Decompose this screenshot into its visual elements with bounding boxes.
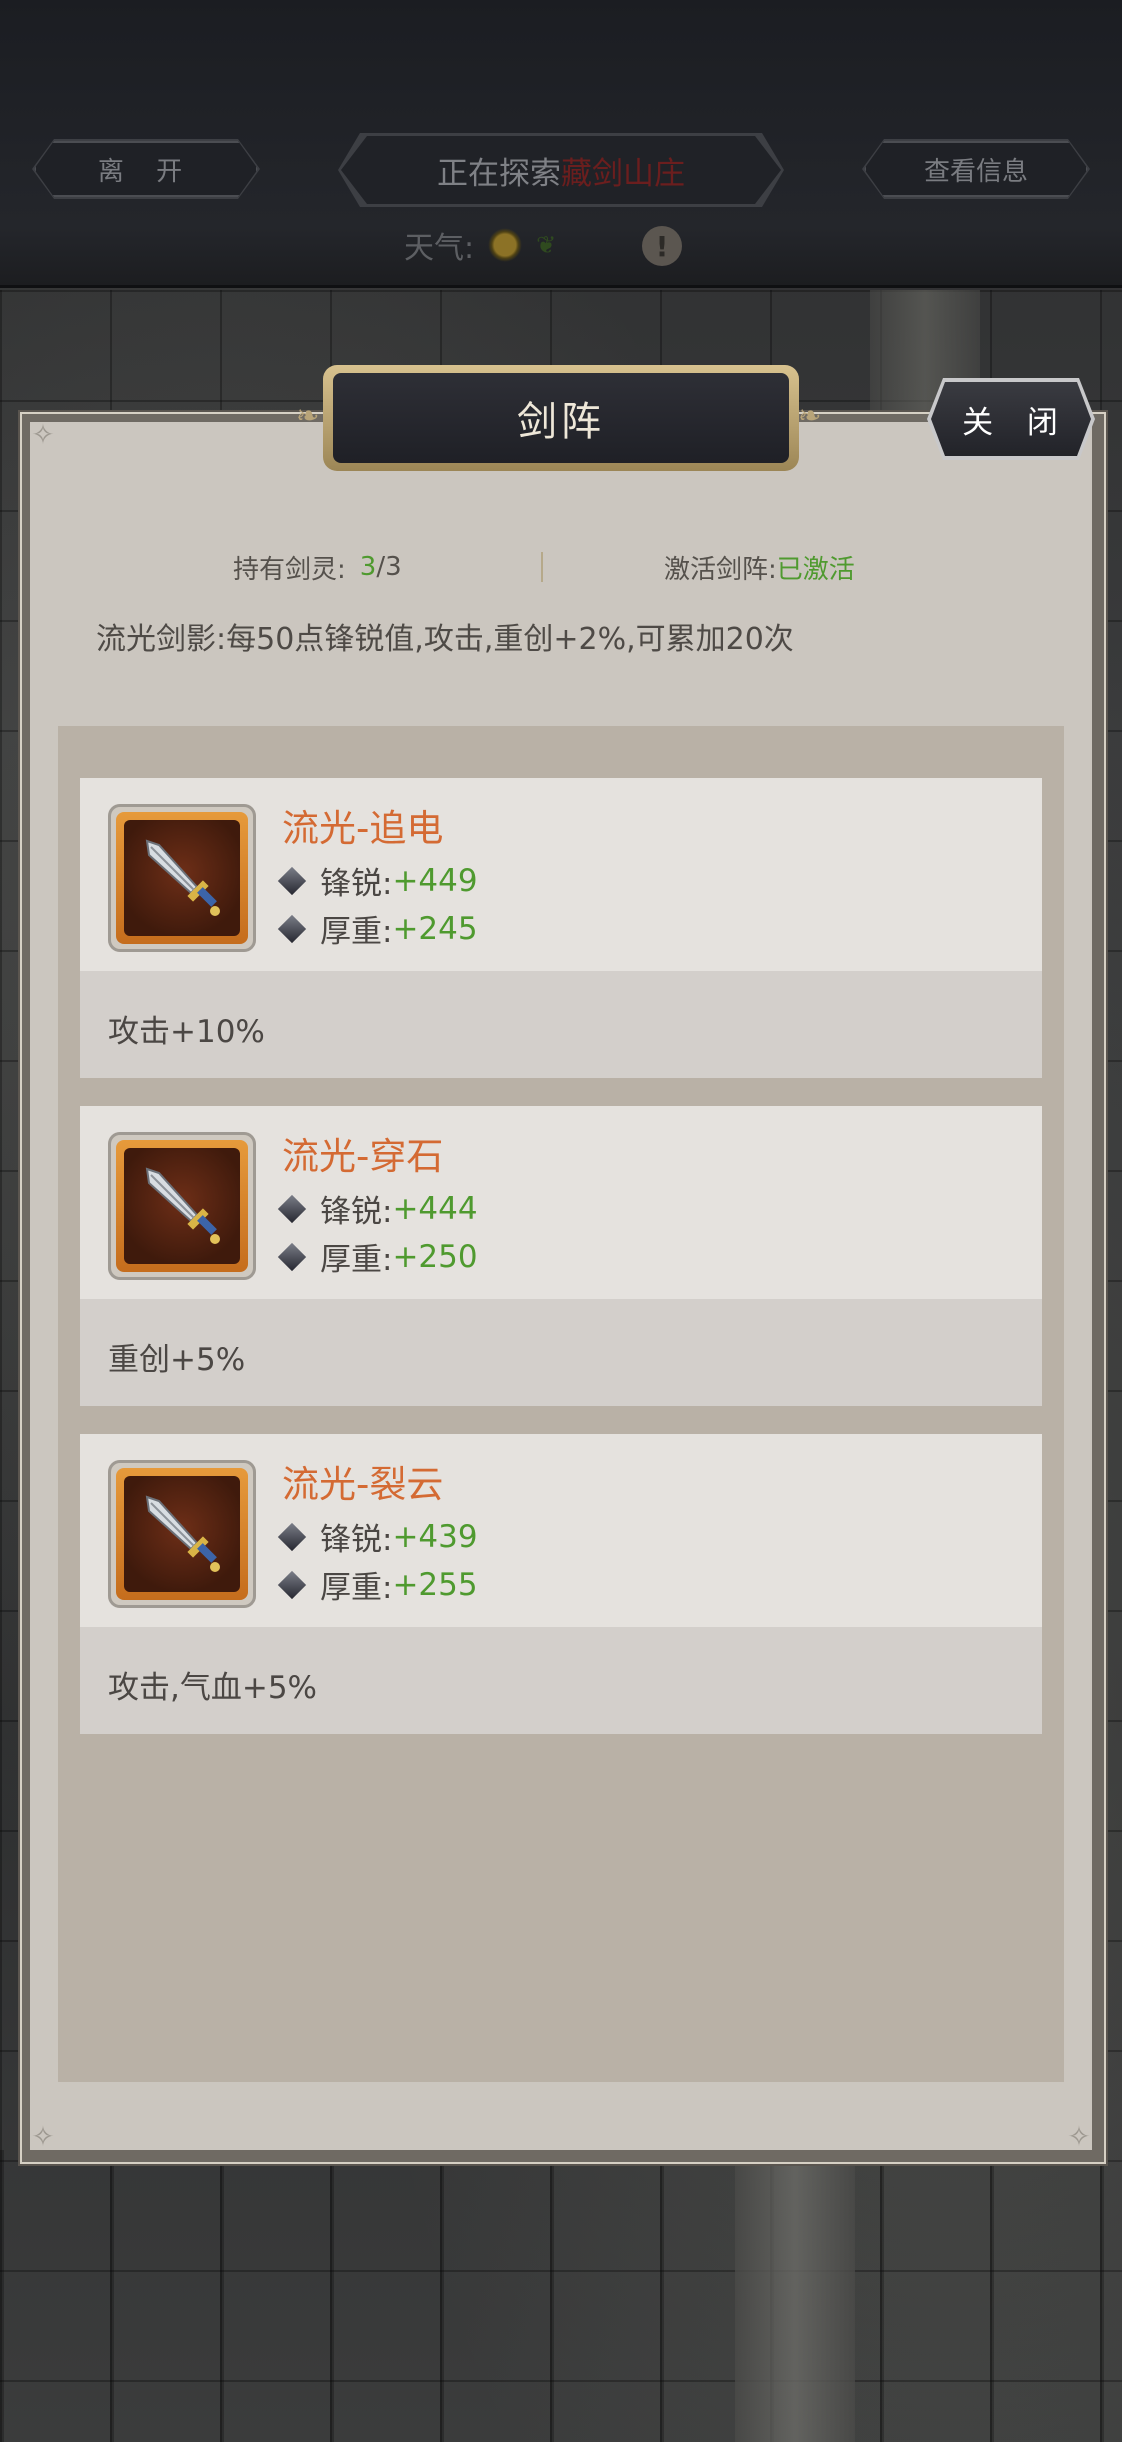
- stats-divider: [541, 552, 543, 582]
- sharp-value: +439: [392, 1518, 478, 1555]
- explore-banner: 正在探索 藏剑山庄: [341, 136, 781, 204]
- heavy-label: 厚重:: [320, 1242, 393, 1278]
- sharp-stat: 锋锐: +444: [277, 1186, 478, 1231]
- card-name: 流光-裂云: [282, 1463, 444, 1506]
- sharp-label: 锋锐:: [320, 1522, 393, 1558]
- sharp-label: 锋锐:: [320, 866, 393, 902]
- card-effect: 重创+5%: [108, 1342, 246, 1378]
- sharp-stat: 锋锐: +449: [277, 858, 478, 903]
- activated-array: 激活剑阵: 已激活: [664, 547, 855, 587]
- heavy-stat: 厚重: +250: [277, 1234, 478, 1279]
- leaf-icon: ❦: [536, 231, 557, 259]
- background-pillar-bottom: [735, 2150, 855, 2442]
- leave-button[interactable]: 离 开: [34, 141, 258, 197]
- corner-ornament-bottom-right: ✧: [1067, 2120, 1091, 2153]
- heavy-stat: 厚重: +245: [277, 906, 478, 951]
- warning-icon[interactable]: !: [642, 226, 682, 266]
- sword-icon: [124, 820, 240, 936]
- sword-spirit-card[interactable]: 流光-追电 锋锐: +449 厚重: +245 攻击+10%: [80, 778, 1042, 1078]
- held-label: 持有剑灵:: [233, 554, 346, 585]
- heavy-value: +245: [392, 910, 478, 947]
- panel-title: 剑阵: [333, 373, 789, 463]
- view-info-button[interactable]: 查看信息: [864, 141, 1088, 197]
- title-wing-left-icon: ❧: [296, 399, 320, 432]
- heavy-label: 厚重:: [320, 914, 393, 950]
- sword-spirit-card[interactable]: 流光-穿石 锋锐: +444 厚重: +250 重创+5%: [80, 1106, 1042, 1406]
- sharp-stat: 锋锐: +439: [277, 1514, 478, 1559]
- diamond-icon: [277, 1242, 307, 1271]
- top-bar: 离 开 正在探索 藏剑山庄 查看信息 天气: ❦ !: [0, 0, 1122, 288]
- diamond-icon: [277, 1570, 307, 1599]
- sharp-value: +449: [392, 862, 478, 899]
- diamond-icon: [277, 914, 307, 943]
- card-effect: 攻击,气血+5%: [108, 1670, 318, 1706]
- activated-value: 已激活: [776, 554, 855, 585]
- diamond-icon: [277, 866, 307, 895]
- corner-ornament-top-left: ✧: [31, 418, 55, 451]
- activated-label: 激活剑阵:: [664, 554, 777, 585]
- heavy-value: +250: [392, 1238, 478, 1275]
- sword-spirit-card[interactable]: 流光-裂云 锋锐: +439 厚重: +255 攻击,气血+5%: [80, 1434, 1042, 1734]
- title-wing-right-icon: ❧: [798, 399, 822, 432]
- diamond-icon: [277, 1194, 307, 1223]
- held-total: /3: [376, 552, 402, 582]
- explore-prefix: 正在探索: [437, 155, 561, 192]
- held-sword-spirits: 持有剑灵: 3 /3: [233, 547, 402, 587]
- background-bottom-strip: [0, 2150, 1122, 2442]
- weather-label: 天气:: [404, 231, 475, 266]
- card-effect: 攻击+10%: [108, 1014, 265, 1050]
- heavy-value: +255: [392, 1566, 478, 1603]
- sharp-value: +444: [392, 1190, 478, 1227]
- explore-place: 藏剑山庄: [561, 155, 685, 192]
- weather-display: 天气: ❦: [404, 222, 564, 268]
- sword-icon: [124, 1148, 240, 1264]
- close-button[interactable]: 关 闭: [931, 382, 1091, 456]
- held-value: 3: [359, 552, 377, 582]
- sharp-label: 锋锐:: [320, 1194, 393, 1230]
- card-name: 流光-追电: [282, 807, 444, 850]
- sun-icon: [488, 228, 523, 262]
- heavy-stat: 厚重: +255: [277, 1562, 478, 1607]
- card-name: 流光-穿石: [282, 1135, 444, 1178]
- heavy-label: 厚重:: [320, 1570, 393, 1606]
- array-effect-text: 流光剑影:每50点锋锐值,攻击,重创+2%,可累加20次: [96, 622, 794, 657]
- sword-icon: [124, 1476, 240, 1592]
- corner-ornament-bottom-left: ✧: [31, 2120, 55, 2153]
- diamond-icon: [277, 1522, 307, 1551]
